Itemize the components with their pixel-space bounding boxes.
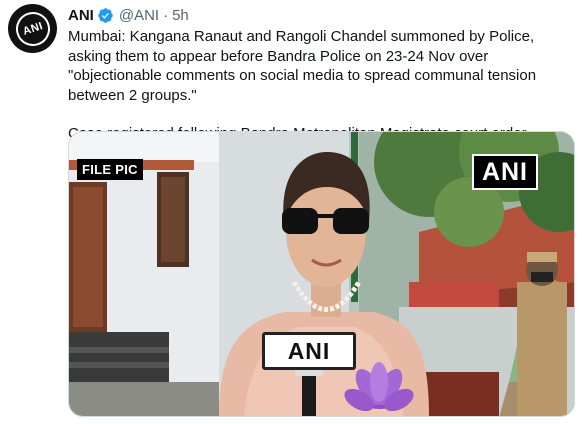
- avatar-logo-text: ANI: [20, 19, 45, 38]
- ani-mic-flag: ANI: [262, 332, 356, 370]
- separator-dot: ·: [163, 6, 169, 24]
- author-name[interactable]: ANI: [68, 7, 94, 24]
- tweet-media-photo[interactable]: FILE PIC ANI ANI: [68, 131, 575, 417]
- ani-watermark-logo: ANI: [471, 154, 538, 190]
- author-handle[interactable]: @ANI: [119, 7, 159, 24]
- tweet-text: Mumbai: Kangana Ranaut and Rangoli Chand…: [68, 27, 578, 144]
- tweet[interactable]: ANI ANI @ANI · 5h Mumbai: Kangana Ranaut…: [0, 0, 582, 424]
- tweet-timestamp[interactable]: 5h: [172, 7, 189, 24]
- tweet-header: ANI @ANI · 5h: [68, 5, 189, 25]
- ani-logo: ANI: [11, 7, 54, 50]
- avatar[interactable]: ANI: [8, 4, 57, 53]
- tweet-text-paragraph-1: Mumbai: Kangana Ranaut and Rangoli Chand…: [68, 28, 537, 104]
- file-pic-label: FILE PIC: [77, 159, 143, 180]
- mic-flag-text: ANI: [287, 337, 331, 364]
- verified-badge-icon: [97, 7, 114, 24]
